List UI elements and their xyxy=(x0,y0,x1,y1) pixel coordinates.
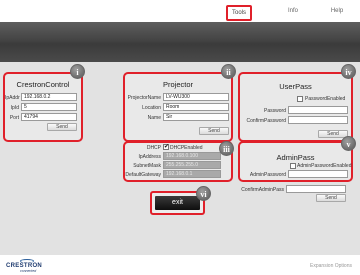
confirm-password-input[interactable] xyxy=(288,116,348,124)
confirm-password-label: ConfirmPassword xyxy=(246,118,286,124)
admin-password-label: AdminPassword xyxy=(249,172,286,178)
badge-iii-icon: iii xyxy=(219,141,234,156)
tab-info[interactable]: Info xyxy=(284,5,302,17)
contact-name-input[interactable]: Sir xyxy=(163,113,229,121)
logo-subtext: connected xyxy=(20,269,37,273)
badge-v-icon: v xyxy=(341,136,356,151)
badge-i-icon: i xyxy=(70,64,85,79)
subnet-mask-input[interactable]: 255.255.255.0 xyxy=(163,161,221,169)
password-enabled-label: PasswordEnabled xyxy=(305,96,346,102)
ip-address-label: IpAddress xyxy=(138,154,161,160)
port-label: Port xyxy=(9,115,19,121)
confirm-admin-pass-input[interactable] xyxy=(286,185,346,193)
expansion-options-link[interactable]: Expansion Options xyxy=(310,263,352,269)
header-banner xyxy=(0,22,360,62)
adminpass-send-button[interactable]: Send xyxy=(316,194,346,202)
ip-id-label: IpId xyxy=(10,105,19,111)
panel-title: UserPass xyxy=(279,82,312,91)
network-panel: DHCP DHCPEnabled IpAddress 192.168.0.100… xyxy=(123,141,233,182)
ip-id-input[interactable]: 5 xyxy=(21,103,77,111)
location-input[interactable]: Room xyxy=(163,103,229,111)
badge-vi-icon: vi xyxy=(196,186,211,201)
projector-send-button[interactable]: Send xyxy=(199,127,229,135)
tab-help[interactable]: Help xyxy=(328,5,346,17)
admin-password-input[interactable] xyxy=(288,170,348,178)
port-input[interactable]: 41794 xyxy=(21,113,77,121)
dhcp-enabled-label: DHCPEnabled xyxy=(170,145,203,151)
password-input[interactable] xyxy=(288,106,348,114)
projector-name-label: ProjectorName xyxy=(127,95,161,101)
projector-panel: Projector ProjectorName LV-WU300 Locatio… xyxy=(123,72,233,142)
crestron-control-panel: CrestronControl IpAddr 192.168.0.2 IpId … xyxy=(3,72,83,142)
crestron-logo: CRESTRON connected xyxy=(6,259,56,273)
default-gateway-label: DefaultGateway xyxy=(125,172,161,178)
exit-button[interactable]: exit xyxy=(155,196,200,210)
ip-address-label: IpAddr xyxy=(5,95,20,101)
ip-address-input[interactable]: 192.168.0.100 xyxy=(163,152,221,160)
crestron-send-button[interactable]: Send xyxy=(47,123,77,131)
admin-pass-panel: AdminPass AdminPasswordEnabled AdminPass… xyxy=(238,141,353,182)
badge-ii-icon: ii xyxy=(221,64,236,79)
panel-title: CrestronControl xyxy=(16,80,70,89)
password-label: Password xyxy=(264,108,286,114)
ip-address-input[interactable]: 192.168.0.2 xyxy=(21,93,77,101)
projector-name-input[interactable]: LV-WU300 xyxy=(163,93,229,101)
footer: CRESTRON connected Expansion Options xyxy=(0,255,360,275)
admin-password-enabled-label: AdminPasswordEnabled xyxy=(297,163,352,169)
panel-title: AdminPass xyxy=(276,153,315,162)
badge-iv-icon: iv xyxy=(341,64,356,79)
tab-tools[interactable]: Tools xyxy=(226,5,252,21)
panel-title: Projector xyxy=(162,80,193,89)
location-label: Location xyxy=(142,105,161,111)
dhcp-enabled-checkbox[interactable] xyxy=(163,143,169,150)
password-enabled-checkbox[interactable] xyxy=(297,96,303,102)
dhcp-label: DHCP xyxy=(146,145,161,151)
confirm-admin-pass-label: ConfirmAdminPass xyxy=(241,187,284,193)
user-pass-panel: UserPass PasswordEnabled Password Confir… xyxy=(238,72,353,142)
default-gateway-input[interactable]: 192.168.0.1 xyxy=(163,170,221,178)
top-nav: Tools Info Help xyxy=(0,0,360,22)
admin-password-enabled-checkbox[interactable] xyxy=(290,163,296,169)
subnet-mask-label: SubnetMask xyxy=(133,163,161,169)
contact-name-label: Name xyxy=(147,115,161,121)
